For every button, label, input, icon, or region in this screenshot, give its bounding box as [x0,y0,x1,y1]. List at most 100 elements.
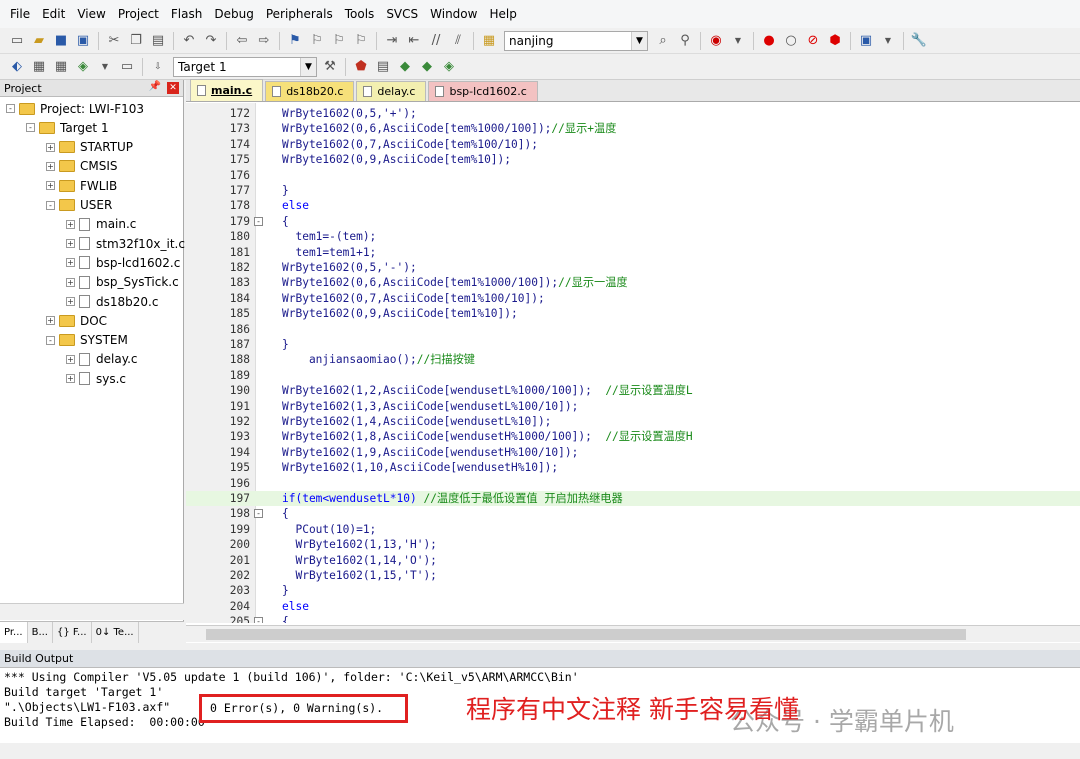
expand-icon[interactable]: + [66,258,75,268]
tab-file[interactable]: ds18b20.c [265,81,355,101]
menu-debug[interactable]: Debug [208,0,259,28]
tree-target[interactable]: - Target 1 [26,118,109,137]
uncomment-icon[interactable]: ⫽ [449,32,467,50]
undo-icon[interactable]: ↶ [180,32,198,50]
chevron-down-icon[interactable]: ▼ [300,57,316,76]
disable-breakpoint-icon[interactable]: ○ [782,32,800,50]
menu-view[interactable]: View [71,0,111,28]
select-packs-icon[interactable]: ◆ [396,58,414,76]
expand-icon[interactable]: + [66,277,75,287]
expand-icon[interactable]: + [66,239,75,249]
disable-all-breakpoints-icon[interactable]: ⬢ [826,32,844,50]
menu-file[interactable]: File [4,0,36,28]
expand-icon[interactable]: + [66,219,75,229]
download-icon[interactable]: ⇩ [149,58,167,76]
tree-file[interactable]: + stm32f10x_it.c [66,234,185,253]
collapse-icon[interactable]: - [254,216,263,226]
stop-build-icon[interactable]: ▭ [118,58,136,76]
panel-tab[interactable]: 0↓ Te... [92,622,139,643]
batch-build-icon[interactable]: ◈ [74,58,92,76]
menu-peripherals[interactable]: Peripherals [260,0,339,28]
close-icon[interactable]: ✕ [167,82,179,94]
collapse-icon[interactable]: - [6,104,15,113]
tree-group-cmsis[interactable]: + CMSIS [46,157,118,176]
translate-icon[interactable]: ⬖ [8,58,26,76]
cut-icon[interactable]: ✂ [105,32,123,50]
bookmark-icon[interactable]: ⚑ [286,32,304,50]
unindent-icon[interactable]: ⇤ [405,32,423,50]
panel-tab[interactable]: Pr... [0,622,28,643]
nav-forward-icon[interactable]: ⇨ [255,32,273,50]
build-icon[interactable]: ▦ [30,58,48,76]
collapse-icon[interactable]: - [46,200,55,210]
kill-breakpoints-icon[interactable]: ⊘ [804,32,822,50]
save-icon[interactable]: ■ [52,32,70,50]
tree-file[interactable]: + bsp-lcd1602.c [66,253,180,272]
tab-file[interactable]: bsp-lcd1602.c [428,81,538,101]
tree-file[interactable]: + sys.c [66,369,126,388]
tree-group-startup[interactable]: + STARTUP [46,138,133,157]
breakpoint-icon[interactable]: ● [760,32,778,50]
manage-books-icon[interactable]: ▤ [374,58,392,76]
comment-icon[interactable]: // [427,32,445,50]
tab-file[interactable]: main.c [190,79,264,101]
menu-flash[interactable]: Flash [165,0,208,28]
redo-icon[interactable]: ↷ [202,32,220,50]
configure-icon[interactable]: 🔧 [910,32,928,50]
find-icon[interactable]: ⌕ [654,32,672,50]
target-options-icon[interactable]: ⚒ [321,58,339,76]
new-file-icon[interactable]: ▭ [8,32,26,50]
pin-icon[interactable]: 📌 [149,81,161,92]
expand-icon[interactable]: + [46,161,55,171]
manage-project-icon[interactable]: ⬟ [352,58,370,76]
dropdown-icon[interactable]: ▼ [879,32,897,50]
menu-tools[interactable]: Tools [339,0,381,28]
panel-tab[interactable]: B... [28,622,53,643]
clear-bookmarks-icon[interactable]: ⚐ [352,32,370,50]
collapse-icon[interactable]: - [46,335,55,345]
expand-icon[interactable]: + [46,142,55,152]
menu-svcs[interactable]: SVCS [380,0,424,28]
expand-icon[interactable]: + [66,297,75,306]
dropdown-icon[interactable]: ▼ [729,32,747,50]
collapse-icon[interactable]: - [254,617,263,623]
scroll-thumb[interactable] [206,629,966,640]
nav-back-icon[interactable]: ⇦ [233,32,251,50]
rebuild-icon[interactable]: ▦ [52,58,70,76]
project-horizontal-scrollbar[interactable] [0,603,184,620]
expand-icon[interactable]: + [66,374,75,384]
run-time-environment-icon[interactable]: ◈ [440,58,458,76]
next-bookmark-icon[interactable]: ⚐ [330,32,348,50]
incremental-find-icon[interactable]: ⚲ [676,32,694,50]
tree-file[interactable]: + ds18b20.c [66,292,158,311]
collapse-icon[interactable]: - [26,123,35,133]
tree-file[interactable]: + bsp_SysTick.c [66,273,179,292]
find-in-files-icon[interactable]: ▦ [480,32,498,50]
build-output-scrollbar[interactable] [0,743,1080,759]
menu-help[interactable]: Help [483,0,522,28]
tree-file[interactable]: + delay.c [66,350,138,369]
copy-icon[interactable]: ❐ [127,32,145,50]
tree-group-user[interactable]: - USER [46,196,112,215]
tree-group-fwlib[interactable]: + FWLIB [46,176,117,195]
paste-icon[interactable]: ▤ [149,32,167,50]
tree-group-system[interactable]: - SYSTEM [46,331,128,350]
editor-horizontal-scrollbar[interactable] [186,625,1080,642]
expand-icon[interactable]: + [66,354,75,364]
tree-group-doc[interactable]: + DOC [46,311,107,330]
window-layout-icon[interactable]: ▣ [857,32,875,50]
target-combo[interactable]: Target 1 ▼ [173,56,317,77]
menu-edit[interactable]: Edit [36,0,71,28]
menu-project[interactable]: Project [112,0,165,28]
pack-installer-icon[interactable]: ◆ [418,58,436,76]
panel-tab[interactable]: {} F... [53,622,92,643]
prev-bookmark-icon[interactable]: ⚐ [308,32,326,50]
open-folder-icon[interactable]: ▰ [30,32,48,50]
debug-start-icon[interactable]: ◉ [707,32,725,50]
collapse-icon[interactable]: - [254,509,263,519]
expand-icon[interactable]: + [46,181,55,191]
tab-file[interactable]: delay.c [356,81,427,101]
menu-window[interactable]: Window [424,0,483,28]
chevron-down-icon[interactable]: ▼ [631,31,647,50]
expand-icon[interactable]: + [46,316,55,326]
